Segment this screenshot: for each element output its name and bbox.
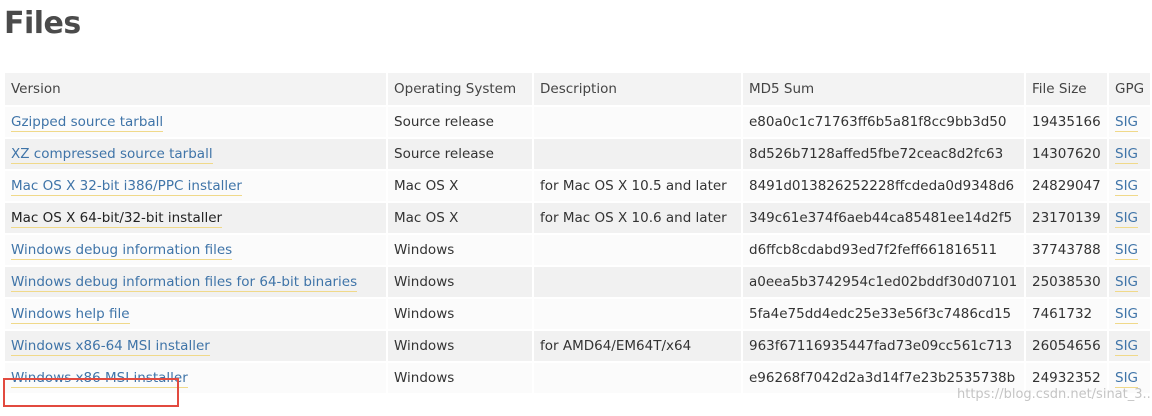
- sig-link[interactable]: SIG: [1115, 178, 1139, 196]
- os-cell: Windows: [386, 265, 534, 299]
- os-cell: Windows: [386, 329, 534, 363]
- description-cell: [532, 105, 743, 139]
- size-cell: 7461732: [1024, 297, 1109, 331]
- md5-cell: e80a0c1c71763ff6b5a81f8cc9bb3d50: [741, 105, 1026, 139]
- md5-cell: a0eea5b3742954c1ed02bddf30d07101: [741, 265, 1026, 299]
- table-row: Windows x86-64 MSI installer Windows for…: [3, 329, 1152, 363]
- description-cell: for Mac OS X 10.5 and later: [532, 169, 743, 203]
- md5-cell: 8491d013826252228ffcdeda0d9348d6: [741, 169, 1026, 203]
- download-link[interactable]: Gzipped source tarball: [11, 114, 164, 132]
- md5-cell: 349c61e374f6aeb44ca85481ee14d2f5: [741, 201, 1026, 235]
- sig-link[interactable]: SIG: [1115, 210, 1139, 228]
- version-cell: Mac OS X 32-bit i386/PPC installer: [3, 169, 388, 203]
- gpg-cell: SIG: [1107, 201, 1152, 235]
- table-row: Mac OS X 64-bit/32-bit installer Mac OS …: [3, 201, 1152, 235]
- sig-link[interactable]: SIG: [1115, 370, 1139, 388]
- sig-link[interactable]: SIG: [1115, 306, 1139, 324]
- os-cell: Windows: [386, 233, 534, 267]
- os-cell: Mac OS X: [386, 201, 534, 235]
- version-cell: Windows x86-64 MSI installer: [3, 329, 388, 363]
- download-link[interactable]: Windows help file: [11, 306, 130, 324]
- version-cell: Windows help file: [3, 297, 388, 331]
- version-cell: Gzipped source tarball: [3, 105, 388, 139]
- files-table: Version Operating System Description MD5…: [3, 71, 1152, 395]
- gpg-cell: SIG: [1107, 265, 1152, 299]
- os-cell: Windows: [386, 361, 534, 395]
- download-link[interactable]: Mac OS X 32-bit i386/PPC installer: [11, 178, 242, 196]
- description-cell: for AMD64/EM64T/x64: [532, 329, 743, 363]
- version-cell: Mac OS X 64-bit/32-bit installer: [3, 201, 388, 235]
- version-cell: Windows debug information files for 64-b…: [3, 265, 388, 299]
- os-cell: Source release: [386, 105, 534, 139]
- md5-cell: e96268f7042d2a3d14f7e23b2535738b: [741, 361, 1026, 395]
- download-link[interactable]: Windows debug information files: [11, 242, 233, 260]
- description-cell: [532, 265, 743, 299]
- md5-cell: 8d526b7128affed5fbe72ceac8d2fc63: [741, 137, 1026, 171]
- table-row: Gzipped source tarball Source release e8…: [3, 105, 1152, 139]
- gpg-cell: SIG: [1107, 329, 1152, 363]
- description-cell: [532, 137, 743, 171]
- column-header-gpg: GPG: [1107, 71, 1152, 107]
- version-cell: Windows debug information files: [3, 233, 388, 267]
- gpg-cell: SIG: [1107, 297, 1152, 331]
- size-cell: 24932352: [1024, 361, 1109, 395]
- description-cell: [532, 233, 743, 267]
- table-row: Windows help file Windows 5fa4e75dd4edc2…: [3, 297, 1152, 331]
- os-cell: Source release: [386, 137, 534, 171]
- column-header-md5: MD5 Sum: [741, 71, 1026, 107]
- gpg-cell: SIG: [1107, 169, 1152, 203]
- download-link[interactable]: Windows debug information files for 64-b…: [11, 274, 358, 292]
- md5-cell: 5fa4e75dd4edc25e33e56f3c7486cd15: [741, 297, 1026, 331]
- column-header-os: Operating System: [386, 71, 534, 107]
- size-cell: 19435166: [1024, 105, 1109, 139]
- sig-link[interactable]: SIG: [1115, 146, 1139, 164]
- description-cell: for Mac OS X 10.6 and later: [532, 201, 743, 235]
- table-row: Windows debug information files Windows …: [3, 233, 1152, 267]
- column-header-size: File Size: [1024, 71, 1109, 107]
- description-cell: [532, 297, 743, 331]
- column-header-description: Description: [532, 71, 743, 107]
- size-cell: 37743788: [1024, 233, 1109, 267]
- size-cell: 25038530: [1024, 265, 1109, 299]
- table-row: Mac OS X 32-bit i386/PPC installer Mac O…: [3, 169, 1152, 203]
- table-row: XZ compressed source tarball Source rele…: [3, 137, 1152, 171]
- size-cell: 23170139: [1024, 201, 1109, 235]
- size-cell: 26054656: [1024, 329, 1109, 363]
- column-header-version: Version: [3, 71, 388, 107]
- sig-link[interactable]: SIG: [1115, 114, 1139, 132]
- table-row: Windows debug information files for 64-b…: [3, 265, 1152, 299]
- sig-link[interactable]: SIG: [1115, 274, 1139, 292]
- download-link[interactable]: Windows x86 MSI installer: [11, 370, 188, 388]
- md5-cell: d6ffcb8cdabd93ed7f2feff661816511: [741, 233, 1026, 267]
- sig-link[interactable]: SIG: [1115, 338, 1139, 356]
- os-cell: Mac OS X: [386, 169, 534, 203]
- description-cell: [532, 361, 743, 395]
- gpg-cell: SIG: [1107, 361, 1152, 395]
- download-link[interactable]: XZ compressed source tarball: [11, 146, 213, 164]
- table-header-row: Version Operating System Description MD5…: [3, 71, 1152, 107]
- download-link[interactable]: Mac OS X 64-bit/32-bit installer: [11, 210, 223, 228]
- size-cell: 24829047: [1024, 169, 1109, 203]
- table-row: Windows x86 MSI installer Windows e96268…: [3, 361, 1152, 395]
- md5-cell: 963f67116935447fad73e09cc561c713: [741, 329, 1026, 363]
- gpg-cell: SIG: [1107, 233, 1152, 267]
- gpg-cell: SIG: [1107, 137, 1152, 171]
- version-cell: Windows x86 MSI installer: [3, 361, 388, 395]
- os-cell: Windows: [386, 297, 534, 331]
- size-cell: 14307620: [1024, 137, 1109, 171]
- sig-link[interactable]: SIG: [1115, 242, 1139, 260]
- version-cell: XZ compressed source tarball: [3, 137, 388, 171]
- gpg-cell: SIG: [1107, 105, 1152, 139]
- page-title: Files: [4, 6, 81, 41]
- download-link[interactable]: Windows x86-64 MSI installer: [11, 338, 210, 356]
